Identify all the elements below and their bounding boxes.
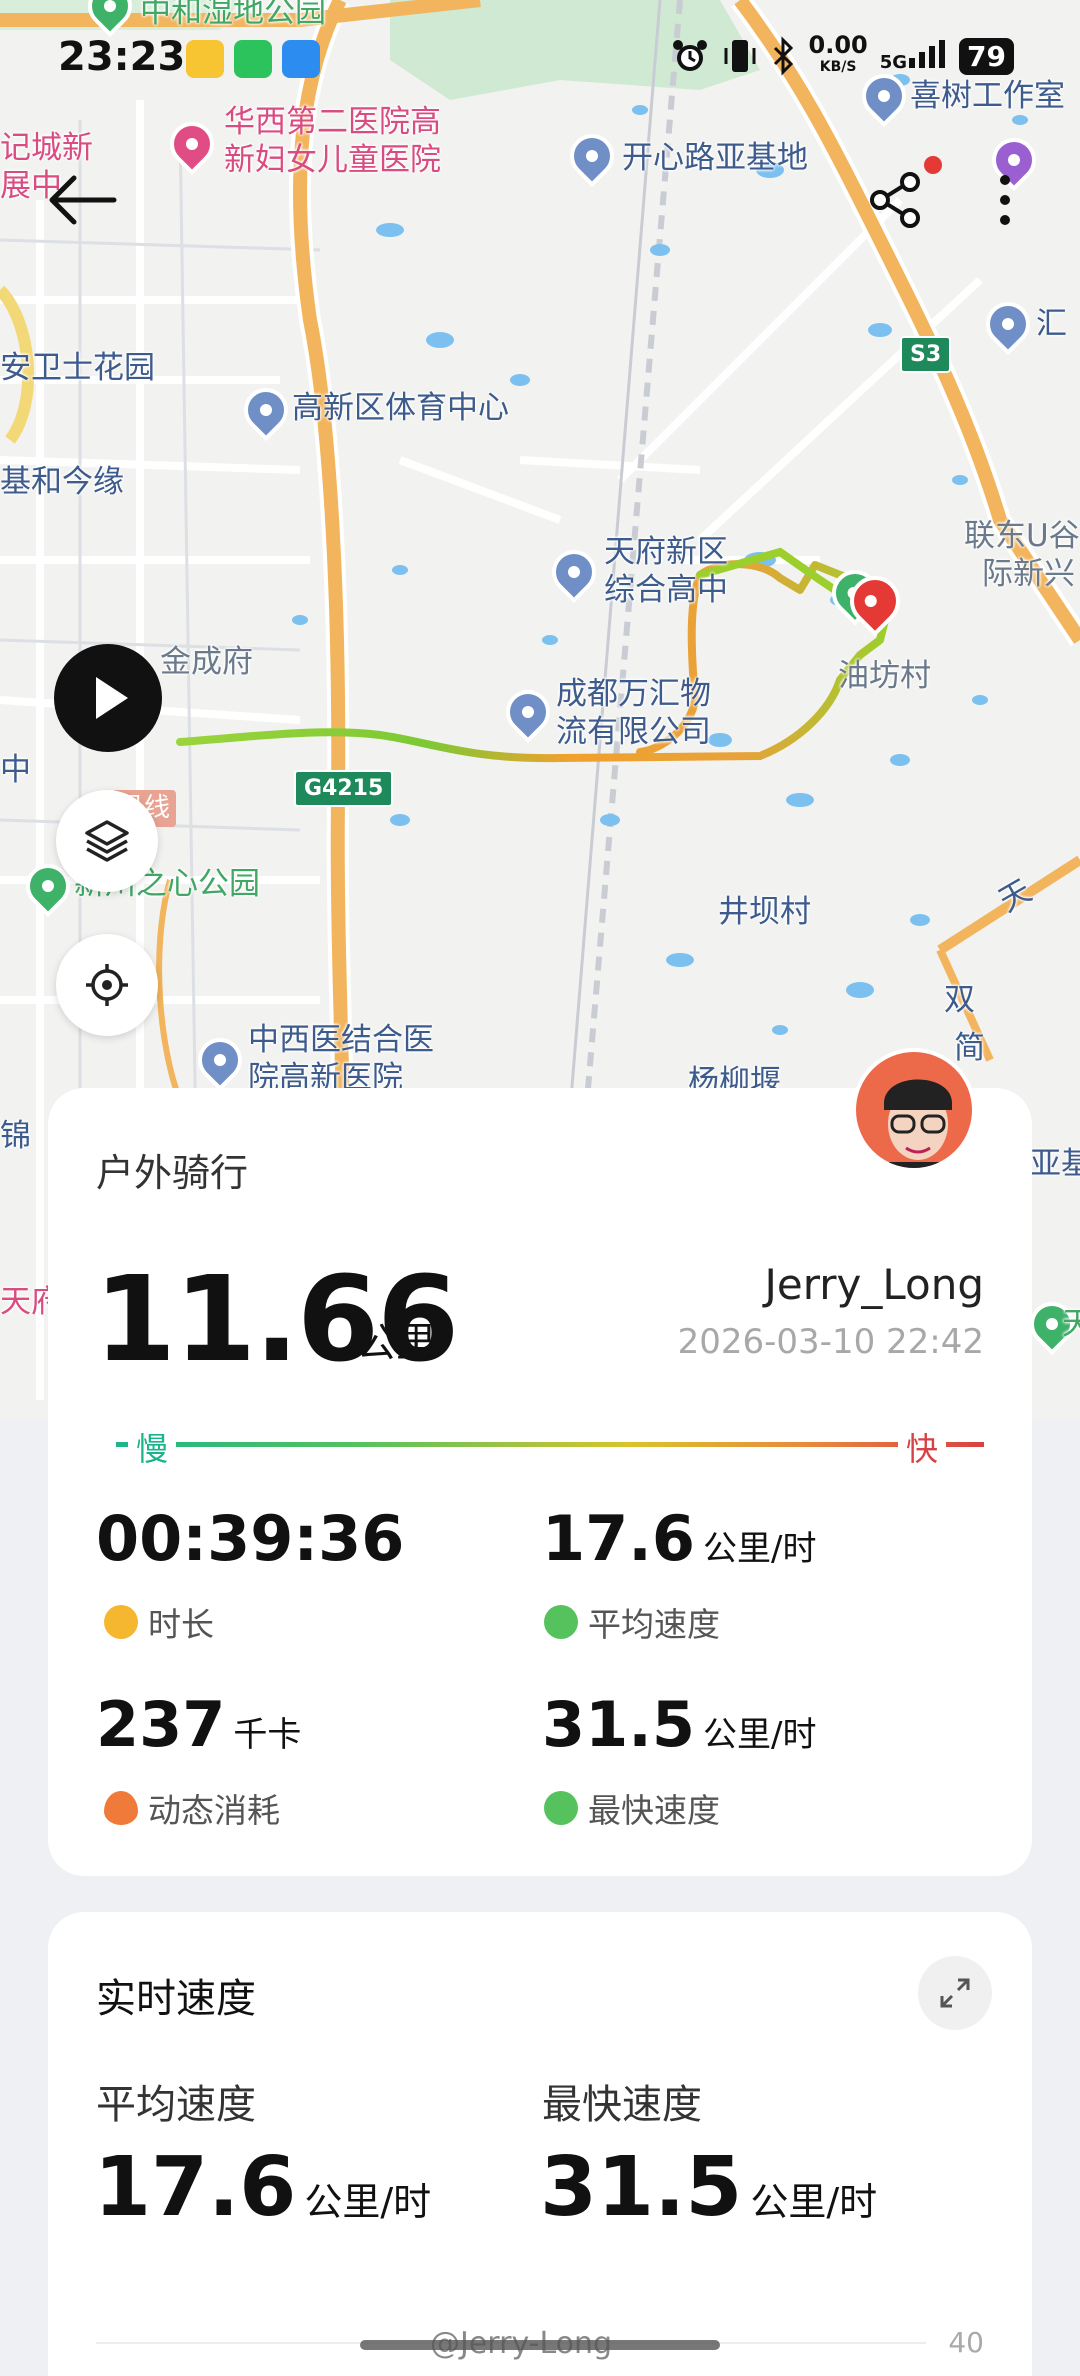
avg-speed-value: 17.6 公里/时 [94,2140,432,2235]
max-speed-value: 31.5 公里/时 [542,1688,817,1761]
expand-button[interactable] [918,1956,992,2030]
status-time: 23:23 [58,34,186,80]
poi-label: 记城新 [0,130,93,166]
signal-icon: 5G [880,38,947,74]
crosshair-icon [86,964,128,1006]
poi-label: 新妇女儿童医院 [224,142,441,178]
home-indicator[interactable] [360,2340,720,2350]
max-speed-label: 最快速度 [542,2082,702,2128]
chart-axis-label: 40 [948,2326,984,2359]
poi-label: 开心路亚基地 [622,140,808,176]
poi-label: 亚基 [1030,1146,1080,1182]
alarm-icon [672,40,707,71]
layers-icon [85,820,129,862]
message-app-icon [234,40,272,78]
play-replay-button[interactable] [54,644,162,752]
back-arrow-icon[interactable] [48,170,118,230]
poi-label: 成都万汇物 [556,676,711,712]
navigation-app-icon [282,40,320,78]
poi-label: 锦 [0,1118,31,1154]
status-bar: 23:23 0.00 KB/S 5G 79 [0,0,1080,110]
map-layers-button[interactable] [56,790,158,892]
fast-label: 快 [898,1424,947,1470]
road-s3-badge: S3 [900,336,952,373]
ride-summary-card: 户外骑行 11.66 公里 Jerry_Long 2026-03-10 22:4… [48,1088,1032,1876]
poi-label: 天府新区 [604,534,728,570]
poi-label: 天 [1062,1306,1080,1342]
flame-icon [104,1791,138,1825]
poi-label: 油坊村 [838,658,931,694]
poi-label: 中西医结合医 [248,1022,434,1058]
poi-label: 简 [954,1030,985,1066]
poi-label: 汇 [1036,306,1067,342]
network-speed: 0.00 KB/S [808,31,868,75]
ride-datetime: 2026-03-10 22:42 [677,1322,984,1362]
lightning-icon [544,1791,578,1825]
speed-gradient-line [96,1442,984,1447]
battery-level: 79 [959,37,1014,75]
more-menu-icon[interactable] [990,170,1020,230]
distance-unit: 公里 [356,1320,436,1366]
bluetooth-icon [773,36,793,76]
weibo-app-icon [186,40,224,78]
road-g4215-badge: G4215 [294,770,394,807]
poi-label: 际新兴 [982,556,1075,592]
vibrate-icon [724,40,755,72]
expand-icon [940,1978,970,2008]
poi-label: 联东U谷 [964,518,1080,554]
poi-label: 中 [0,752,31,788]
duration-label: 时长 [104,1598,214,1646]
speedometer-icon [544,1605,578,1639]
avg-speed-label: 平均速度 [544,1598,720,1646]
poi-label: 流有限公司 [556,714,711,750]
avg-speed-value: 17.6 公里/时 [542,1502,817,1575]
poi-label: 双 [944,982,975,1018]
poi-label: 高新区体育中心 [292,390,509,426]
realtime-speed-card: 实时速度 平均速度 17.6 公里/时 最快速度 31.5 公里/时 40 [48,1912,1032,2376]
speed-legend-bar: 慢 快 [96,1424,984,1470]
poi-label: 安卫士花园 [0,350,155,386]
locate-me-button[interactable] [56,934,158,1036]
duration-value: 00:39:36 [96,1502,405,1575]
avg-speed-label: 平均速度 [96,2082,256,2128]
share-icon[interactable] [866,170,926,230]
status-right: 0.00 KB/S 5G 79 [671,31,1014,78]
poi-label: 金成府 [160,644,253,680]
activity-type: 户外骑行 [96,1151,249,1195]
poi-label: 井坝村 [718,894,811,930]
avatar[interactable] [852,1048,976,1172]
calories-value: 237 千卡 [96,1688,302,1761]
max-speed-value: 31.5 公里/时 [540,2140,878,2235]
notification-dot [924,156,942,174]
stopwatch-icon [104,1605,138,1639]
slow-label: 慢 [128,1424,177,1470]
max-speed-label: 最快速度 [544,1784,720,1832]
poi-label: 综合高中 [604,572,728,608]
calories-label: 动态消耗 [104,1784,280,1832]
poi-label: 基和今缘 [0,464,124,500]
username: Jerry_Long [764,1260,984,1309]
realtime-speed-title: 实时速度 [96,1976,256,2022]
